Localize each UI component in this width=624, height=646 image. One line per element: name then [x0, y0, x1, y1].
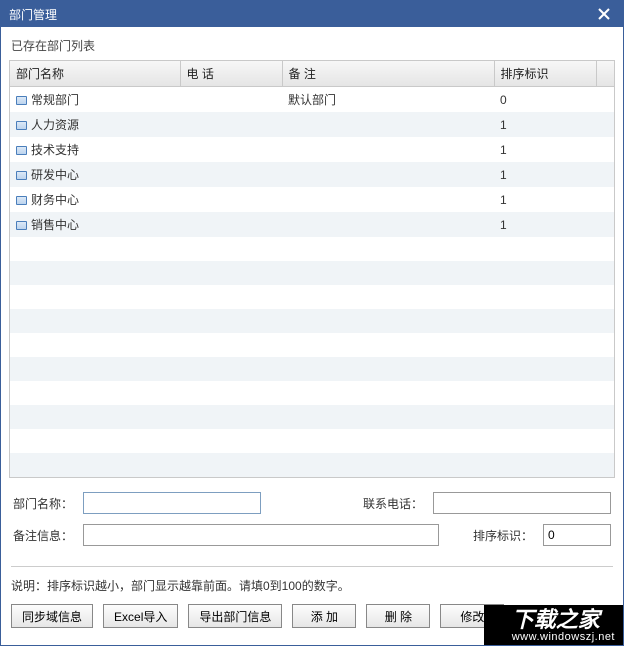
table-row [10, 429, 614, 453]
form-area: 部门名称： 联系电话： 备注信息： 排序标识： [9, 478, 615, 562]
table-row[interactable]: 人力资源 1 [10, 112, 614, 137]
divider [11, 566, 613, 567]
folder-icon [16, 221, 27, 230]
table-row[interactable]: 技术支持 1 [10, 137, 614, 162]
watermark: 下载之家 www.windowszj.net [484, 605, 623, 645]
cell-name: 研发中心 [31, 168, 79, 182]
cell-phone [180, 187, 282, 212]
table-row [10, 357, 614, 381]
cell-name: 人力资源 [31, 118, 79, 132]
folder-icon [16, 96, 27, 105]
titlebar: 部门管理 [1, 1, 623, 27]
window-title: 部门管理 [9, 6, 57, 23]
table-row [10, 333, 614, 357]
name-label: 部门名称： [13, 495, 73, 512]
table-row [10, 309, 614, 333]
sort-input[interactable] [543, 524, 611, 546]
col-phone[interactable]: 电 话 [180, 61, 282, 87]
export-dept-button[interactable]: 导出部门信息 [188, 604, 282, 628]
cell-name: 技术支持 [31, 143, 79, 157]
cell-sort: 1 [494, 212, 596, 237]
cell-remark [282, 112, 494, 137]
table-header-row: 部门名称 电 话 备 注 排序标识 [10, 61, 614, 87]
cell-sort: 1 [494, 187, 596, 212]
hint-text: 说明：排序标识越小，部门显示越靠前面。请填0到100的数字。 [9, 571, 615, 604]
delete-button[interactable]: 删 除 [366, 604, 430, 628]
remark-label: 备注信息： [13, 527, 73, 544]
cell-remark [282, 212, 494, 237]
remark-input[interactable] [83, 524, 439, 546]
sort-label: 排序标识： [473, 527, 533, 544]
cell-phone [180, 212, 282, 237]
list-subtitle: 已存在部门列表 [9, 35, 615, 60]
cell-phone [180, 137, 282, 162]
close-button[interactable] [593, 3, 615, 25]
cell-remark [282, 162, 494, 187]
cell-sort: 1 [494, 112, 596, 137]
table-row [10, 285, 614, 309]
table-row [10, 405, 614, 429]
cell-phone [180, 87, 282, 113]
table-row [10, 261, 614, 285]
cell-sort: 1 [494, 162, 596, 187]
cell-remark: 默认部门 [282, 87, 494, 113]
phone-input[interactable] [433, 492, 611, 514]
cell-name: 常规部门 [31, 93, 79, 107]
cell-name: 财务中心 [31, 193, 79, 207]
watermark-title: 下载之家 [512, 609, 615, 631]
name-input[interactable] [83, 492, 261, 514]
content-area: 已存在部门列表 部门名称 电 话 备 注 排序标识 常规部门 默认部门0 人力资源 1… [1, 27, 623, 636]
folder-icon [16, 171, 27, 180]
folder-icon [16, 146, 27, 155]
watermark-url: www.windowszj.net [512, 631, 615, 643]
table-row [10, 237, 614, 261]
col-spacer [596, 61, 614, 87]
table-row [10, 453, 614, 477]
close-icon [597, 7, 611, 21]
table-row[interactable]: 常规部门 默认部门0 [10, 87, 614, 113]
dialog-window: 部门管理 已存在部门列表 部门名称 电 话 备 注 排序标识 常规部门 默认部门0… [0, 0, 624, 646]
col-remark[interactable]: 备 注 [282, 61, 494, 87]
sync-domain-button[interactable]: 同步域信息 [11, 604, 93, 628]
cell-sort: 0 [494, 87, 596, 113]
cell-name: 销售中心 [31, 218, 79, 232]
col-sort[interactable]: 排序标识 [494, 61, 596, 87]
cell-remark [282, 187, 494, 212]
cell-remark [282, 137, 494, 162]
cell-phone [180, 162, 282, 187]
table-row[interactable]: 研发中心 1 [10, 162, 614, 187]
add-button[interactable]: 添 加 [292, 604, 356, 628]
table-row[interactable]: 财务中心 1 [10, 187, 614, 212]
folder-icon [16, 196, 27, 205]
department-table: 部门名称 电 话 备 注 排序标识 常规部门默认部门0人力资源1技术支持1研发中… [9, 60, 615, 478]
phone-label: 联系电话： [363, 495, 423, 512]
excel-import-button[interactable]: Excel导入 [103, 604, 178, 628]
cell-sort: 1 [494, 137, 596, 162]
table-row [10, 381, 614, 405]
cell-phone [180, 112, 282, 137]
table-row[interactable]: 销售中心 1 [10, 212, 614, 237]
folder-icon [16, 121, 27, 130]
col-name[interactable]: 部门名称 [10, 61, 180, 87]
